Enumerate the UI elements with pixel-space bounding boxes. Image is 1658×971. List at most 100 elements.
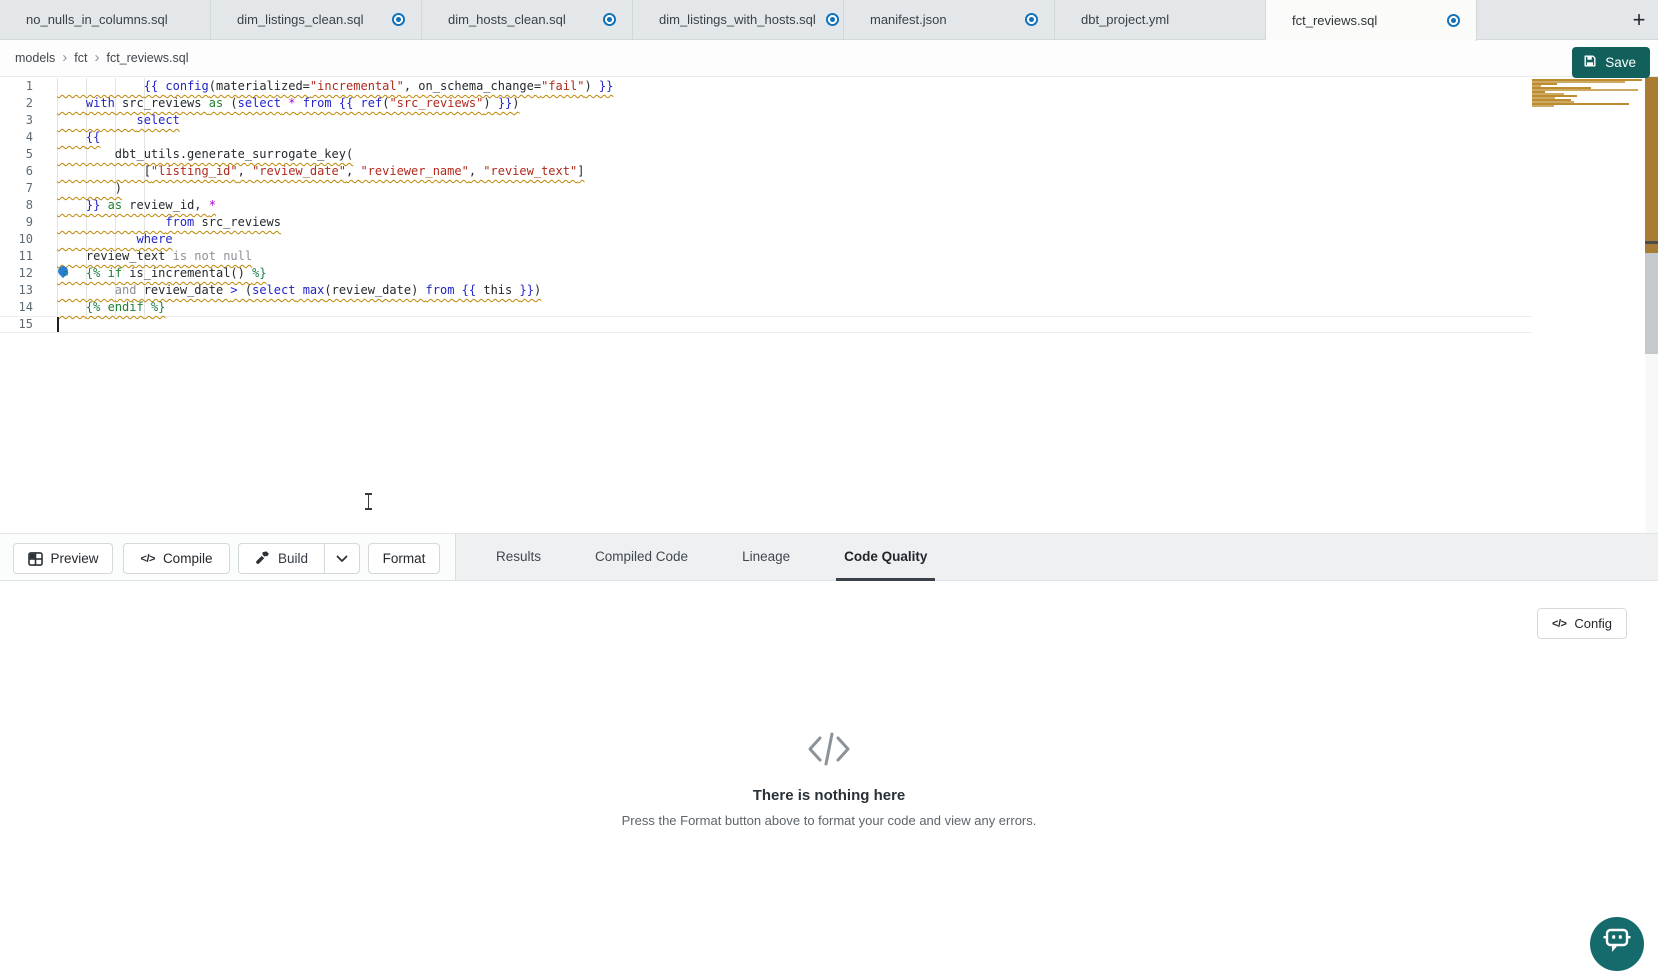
save-label: Save [1605, 55, 1636, 70]
build-button[interactable]: Build [238, 543, 324, 574]
line-number: 5 [0, 146, 33, 163]
file-tab-label: manifest.json [870, 12, 947, 27]
breadcrumb-separator-icon: › [62, 49, 67, 66]
build-label: Build [278, 551, 308, 566]
panel-tab-compiled-code[interactable]: Compiled Code [587, 534, 696, 581]
unsaved-changes-dot-icon [603, 13, 616, 26]
line-number: 6 [0, 163, 33, 180]
code-action-lightbulb-icon[interactable]: ⚙ [58, 266, 73, 280]
code-line[interactable]: 5 dbt_utils.generate_surrogate_key( [0, 146, 1658, 163]
file-tab-label: dim_listings_with_hosts.sql [659, 12, 816, 27]
line-number: 13 [0, 282, 33, 299]
save-icon [1583, 54, 1597, 71]
code-line-text: select [57, 112, 180, 129]
build-split-button: Build [238, 543, 360, 574]
mouse-ibeam-cursor [364, 493, 373, 510]
file-tab[interactable]: no_nulls_in_columns.sql [0, 0, 211, 39]
line-number: 9 [0, 214, 33, 231]
code-line-text: where [57, 231, 173, 248]
code-slash-icon [0, 730, 1658, 773]
code-quality-panel: </> Config There is nothing here Press t… [0, 582, 1658, 955]
line-number: 12 [0, 265, 33, 282]
build-options-chevron-button[interactable] [324, 543, 360, 574]
breadcrumb-item[interactable]: fct [74, 51, 87, 65]
code-line-text: {{ [57, 129, 100, 146]
minimap[interactable] [1532, 79, 1645, 531]
unsaved-changes-dot-icon [1025, 13, 1038, 26]
breadcrumb-item[interactable]: fct_reviews.sql [107, 51, 189, 65]
gear-icon: ⚙ [63, 270, 68, 279]
new-tab-button[interactable]: + [1620, 0, 1658, 39]
cursor-mark [1645, 241, 1658, 244]
line-number: 15 [0, 316, 33, 333]
code-line[interactable]: 4 {{ [0, 129, 1658, 146]
tab-bar-filler [1477, 0, 1620, 39]
code-line-text: ["listing_id", "review_date", "reviewer_… [57, 163, 584, 180]
line-number: 10 [0, 231, 33, 248]
config-button[interactable]: </> Config [1537, 608, 1627, 639]
file-tab-label: dbt_project.yml [1081, 12, 1169, 27]
table-grid-icon [28, 552, 43, 566]
format-button[interactable]: Format [368, 543, 440, 574]
line-number: 4 [0, 129, 33, 146]
preview-label: Preview [51, 551, 99, 566]
chevron-down-icon [336, 555, 348, 563]
code-line[interactable]: 13 and review_date > (select max(review_… [0, 282, 1658, 299]
code-line[interactable]: 8 }} as review_id, * [0, 197, 1658, 214]
line-number: 11 [0, 248, 33, 265]
code-line[interactable]: 11 review_text is not null [0, 248, 1658, 265]
line-number: 14 [0, 299, 33, 316]
code-line-text: with src_reviews as (select * from {{ re… [57, 95, 520, 112]
code-line[interactable]: 10 where [0, 231, 1658, 248]
file-tab[interactable]: dim_listings_with_hosts.sql [633, 0, 844, 39]
hammer-icon [255, 550, 270, 568]
save-button[interactable]: Save [1572, 47, 1650, 78]
panel-tab-lineage[interactable]: Lineage [734, 534, 798, 581]
code-editor[interactable]: 1 {{ config(materialized="incremental", … [0, 77, 1658, 533]
file-tab[interactable]: dim_listings_clean.sql [211, 0, 422, 39]
panel-tab-strip: Results Compiled Code Lineage Code Quality [455, 534, 1658, 580]
code-line-text: }} as review_id, * [57, 197, 216, 214]
code-line[interactable]: 9 from src_reviews [0, 214, 1658, 231]
file-tab-label: dim_listings_clean.sql [237, 12, 363, 27]
code-line[interactable]: 15 [0, 316, 1658, 333]
code-line[interactable]: 12 {% if is_incremental() %} [0, 265, 1658, 282]
code-brackets-icon: </> [1552, 618, 1566, 630]
unsaved-changes-dot-icon [1447, 14, 1460, 27]
file-tab[interactable]: fct_reviews.sql [1266, 0, 1477, 41]
panel-tab-results[interactable]: Results [488, 534, 549, 581]
empty-state-subtitle: Press the Format button above to format … [0, 813, 1658, 828]
line-number: 3 [0, 112, 33, 129]
file-tab-label: no_nulls_in_columns.sql [26, 12, 168, 27]
code-brackets-icon: </> [141, 553, 155, 565]
code-line-text: dbt_utils.generate_surrogate_key( [57, 146, 353, 163]
compile-label: Compile [163, 551, 213, 566]
empty-state: There is nothing here Press the Format b… [0, 730, 1658, 828]
unsaved-changes-dot-icon [826, 13, 839, 26]
chatbot-fab-button[interactable] [1590, 917, 1644, 971]
config-label: Config [1574, 616, 1612, 631]
code-line[interactable]: 6 ["listing_id", "review_date", "reviewe… [0, 163, 1658, 180]
file-tab[interactable]: dbt_project.yml [1055, 0, 1266, 39]
code-line[interactable]: 1 {{ config(materialized="incremental", … [0, 78, 1658, 95]
file-tab[interactable]: dim_hosts_clean.sql [422, 0, 633, 39]
unsaved-changes-dot-icon [392, 13, 405, 26]
code-line[interactable]: 14 {% endif %} [0, 299, 1658, 316]
file-tab[interactable]: manifest.json [844, 0, 1055, 39]
overview-ruler-scrollbar[interactable] [1645, 77, 1658, 533]
code-line-text: {{ config(materialized="incremental", on… [57, 78, 613, 95]
compile-button[interactable]: </> Compile [123, 543, 230, 574]
text-cursor [57, 317, 59, 332]
code-line-text: and review_date > (select max(review_dat… [57, 282, 541, 299]
code-line[interactable]: 7 ) [0, 180, 1658, 197]
code-line[interactable]: 2 with src_reviews as (select * from {{ … [0, 95, 1658, 112]
code-line[interactable]: 3 select [0, 112, 1658, 129]
panel-tab-code-quality[interactable]: Code Quality [836, 534, 935, 581]
preview-button[interactable]: Preview [13, 543, 113, 574]
line-number: 2 [0, 95, 33, 112]
bottom-toolbar: Preview </> Compile Build Format Results… [0, 533, 1658, 581]
minimap-line [1532, 105, 1554, 107]
breadcrumb-item[interactable]: models [15, 51, 55, 65]
file-tab-bar: no_nulls_in_columns.sql dim_listings_clea… [0, 0, 1658, 40]
warning-marks [1645, 77, 1658, 253]
